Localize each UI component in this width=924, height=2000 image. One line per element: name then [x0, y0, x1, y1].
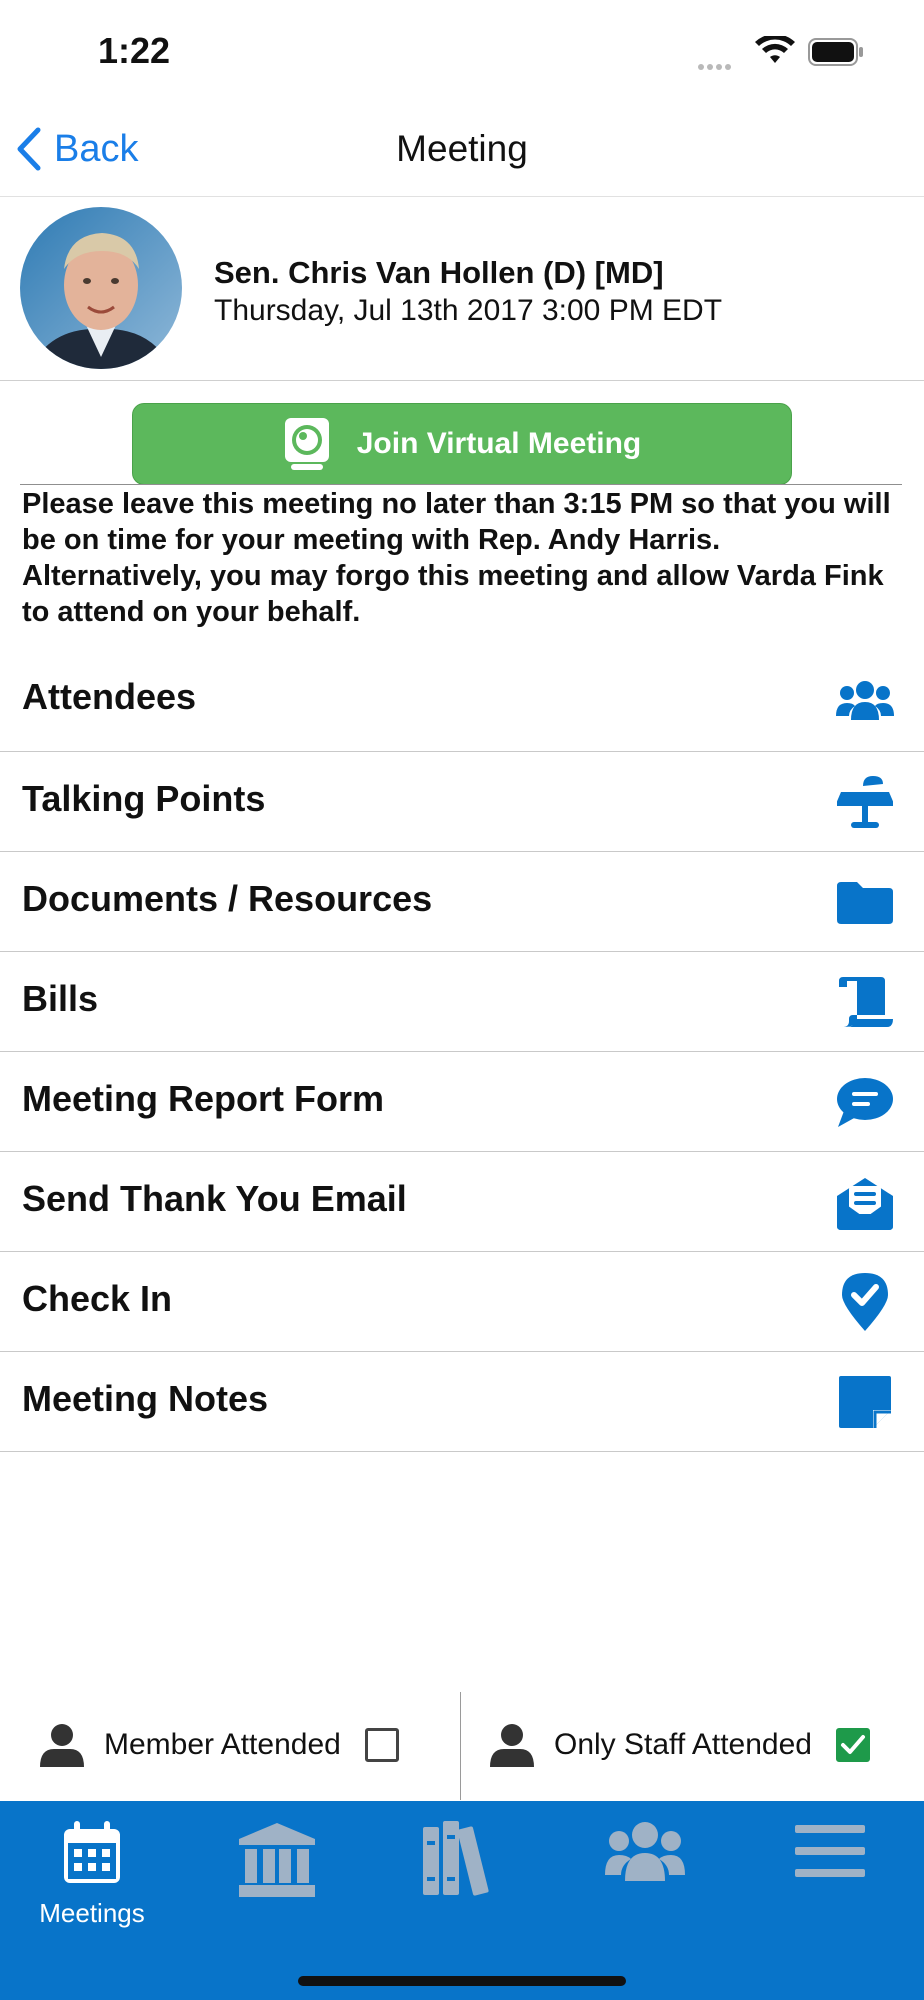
menu-item-label: Documents / Resources — [22, 878, 433, 919]
member-attended-toggle[interactable]: Member Attended — [40, 1720, 399, 1770]
menu-item-check-in[interactable]: Check In — [0, 1252, 924, 1352]
menu-item-label: Talking Points — [22, 778, 266, 819]
tab-library[interactable] — [401, 1821, 521, 1902]
menu-icon — [795, 1825, 865, 1877]
tab-meetings[interactable]: Meetings — [32, 1821, 152, 1929]
menu-item-talking-points[interactable]: Talking Points — [0, 752, 924, 852]
chat-icon — [836, 1076, 894, 1128]
menu-item-label: Meeting Notes — [22, 1378, 269, 1419]
join-virtual-meeting-button[interactable]: Join Virtual Meeting — [132, 403, 792, 485]
checkmark-icon — [840, 1735, 865, 1754]
schedule-notice: Please leave this meeting no later than … — [22, 488, 891, 628]
join-button-label: Join Virtual Meeting — [356, 427, 642, 460]
status-time: 1:22 — [98, 30, 171, 71]
status-bar: 1:22 — [0, 0, 924, 100]
attendance-divider — [460, 1692, 461, 1800]
page-title: Meeting — [396, 128, 528, 169]
map-marker-check-icon — [836, 1273, 894, 1331]
calendar-icon — [64, 1821, 120, 1883]
tab-capitol[interactable] — [217, 1821, 337, 1906]
menu-item-attendees[interactable]: Attendees — [0, 650, 924, 752]
member-attended-label: Member Attended — [104, 1728, 341, 1761]
menu-item-bills[interactable]: Bills — [0, 952, 924, 1052]
menu-item-label: Meeting Report Form — [22, 1078, 385, 1119]
tab-menu[interactable] — [770, 1821, 890, 1886]
users-icon — [605, 1822, 685, 1881]
home-indicator — [298, 1976, 626, 1986]
member-attended-checkbox[interactable] — [364, 1728, 399, 1762]
webcam-icon — [284, 418, 329, 470]
navigation-bar: Back Meeting — [0, 100, 924, 197]
avatar — [20, 207, 182, 369]
capitol-icon — [239, 1823, 315, 1897]
meeting-menu-list: Attendees Talking Points Documents / Res… — [0, 650, 924, 1452]
tab-people[interactable] — [585, 1821, 705, 1886]
menu-item-meeting-notes[interactable]: Meeting Notes — [0, 1352, 924, 1452]
battery-icon — [808, 38, 863, 66]
divider — [20, 484, 902, 485]
menu-item-label: Check In — [22, 1278, 173, 1319]
menu-item-meeting-report-form[interactable]: Meeting Report Form — [0, 1052, 924, 1152]
member-header: Sen. Chris Van Hollen (D) [MD] Thursday,… — [0, 197, 924, 381]
member-name: Sen. Chris Van Hollen (D) [MD] — [214, 255, 664, 290]
tab-label: Meetings — [39, 1898, 145, 1928]
signal-icon — [698, 57, 734, 75]
books-icon — [423, 1821, 489, 1896]
attendance-bar: Member Attended Only Staff Attended — [0, 1692, 924, 1800]
person-icon — [490, 1724, 534, 1767]
folder-icon — [836, 876, 894, 928]
tab-bar: Meetings — [0, 1801, 924, 2000]
podium-icon — [836, 776, 894, 828]
wifi-icon — [755, 36, 795, 63]
scroll-icon — [836, 976, 894, 1028]
sticky-note-icon — [836, 1376, 894, 1428]
person-icon — [40, 1724, 84, 1767]
menu-item-documents-resources[interactable]: Documents / Resources — [0, 852, 924, 952]
envelope-open-icon — [836, 1176, 894, 1230]
menu-item-label: Bills — [22, 978, 99, 1019]
staff-attended-label: Only Staff Attended — [554, 1728, 812, 1761]
menu-item-send-thank-you-email[interactable]: Send Thank You Email — [0, 1152, 924, 1252]
users-icon — [836, 674, 894, 726]
meeting-datetime: Thursday, Jul 13th 2017 3:00 PM EDT — [214, 294, 723, 327]
staff-attended-toggle[interactable]: Only Staff Attended — [490, 1720, 870, 1770]
staff-attended-checkbox[interactable] — [835, 1728, 870, 1762]
menu-item-label: Send Thank You Email — [22, 1178, 407, 1219]
menu-item-label: Attendees — [22, 676, 197, 717]
